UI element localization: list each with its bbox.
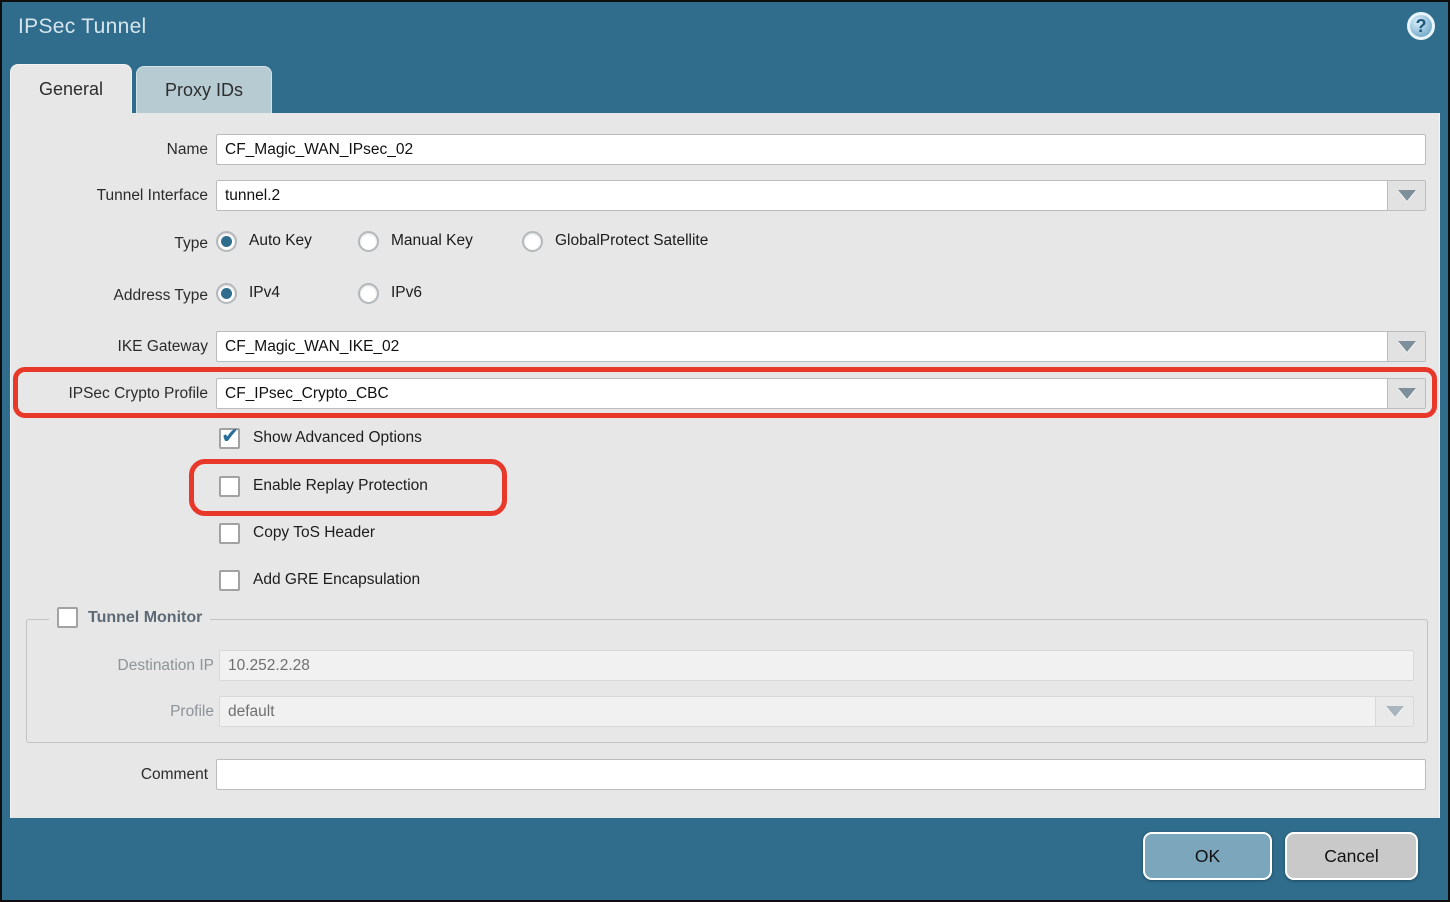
radio-label: Auto Key bbox=[249, 232, 312, 250]
checkbox-show-advanced-options[interactable]: Show Advanced Options bbox=[219, 425, 422, 451]
comment-label: Comment bbox=[11, 759, 208, 790]
checkbox-checked-icon bbox=[219, 428, 240, 449]
checkbox-copy-tos-header[interactable]: Copy ToS Header bbox=[219, 520, 375, 546]
tab-proxy-ids[interactable]: Proxy IDs bbox=[136, 66, 272, 113]
type-label: Type bbox=[11, 228, 208, 259]
profile-select: default bbox=[219, 696, 1414, 727]
destination-ip-input: 10.252.2.28 bbox=[219, 650, 1414, 681]
tunnel-interface-value: tunnel.2 bbox=[225, 187, 280, 204]
radio-ipv4[interactable]: IPv4 bbox=[216, 280, 280, 306]
radio-manual-key[interactable]: Manual Key bbox=[358, 228, 473, 254]
radio-button-icon bbox=[522, 231, 543, 252]
chevron-down-icon bbox=[1398, 190, 1416, 201]
ipsec-crypto-profile-label: IPSec Crypto Profile bbox=[11, 378, 208, 409]
address-type-label: Address Type bbox=[11, 280, 208, 311]
chevron-down-icon bbox=[1398, 341, 1416, 352]
radio-button-icon bbox=[216, 231, 237, 252]
checkbox-unchecked-icon bbox=[219, 476, 240, 497]
checkbox-label: Show Advanced Options bbox=[253, 429, 422, 447]
profile-value: default bbox=[228, 703, 275, 720]
radio-ipv6[interactable]: IPv6 bbox=[358, 280, 422, 306]
tunnel-monitor-label: Tunnel Monitor bbox=[88, 609, 202, 627]
radio-label: IPv4 bbox=[249, 284, 280, 302]
ipsec-tunnel-dialog: IPSec Tunnel ? General Proxy IDs Name Tu… bbox=[0, 0, 1450, 902]
name-label: Name bbox=[11, 134, 208, 165]
radio-label: Manual Key bbox=[391, 232, 473, 250]
cancel-button[interactable]: Cancel bbox=[1285, 832, 1418, 880]
chevron-down-icon bbox=[1386, 706, 1404, 717]
tunnel-interface-label: Tunnel Interface bbox=[11, 180, 208, 211]
dialog-title: IPSec Tunnel bbox=[18, 15, 147, 39]
checkbox-unchecked-icon bbox=[219, 570, 240, 591]
comment-input[interactable] bbox=[216, 759, 1426, 790]
radio-button-icon bbox=[358, 231, 379, 252]
checkbox-label: Add GRE Encapsulation bbox=[253, 571, 420, 589]
radio-label: GlobalProtect Satellite bbox=[555, 232, 708, 250]
ike-gateway-label: IKE Gateway bbox=[11, 331, 208, 362]
tunnel-monitor-group: Tunnel Monitor Destination IP 10.252.2.2… bbox=[26, 619, 1428, 743]
ipsec-crypto-profile-value: CF_IPsec_Crypto_CBC bbox=[225, 385, 389, 402]
destination-ip-value: 10.252.2.28 bbox=[228, 657, 310, 674]
checkbox-add-gre-encapsulation[interactable]: Add GRE Encapsulation bbox=[219, 567, 420, 593]
checkbox-label: Enable Replay Protection bbox=[253, 477, 428, 495]
ipsec-crypto-profile-dropdown-button[interactable] bbox=[1387, 379, 1425, 408]
checkbox-unchecked-icon bbox=[219, 523, 240, 544]
tunnel-interface-dropdown-button[interactable] bbox=[1387, 181, 1425, 210]
radio-auto-key[interactable]: Auto Key bbox=[216, 228, 312, 254]
ok-button[interactable]: OK bbox=[1143, 832, 1272, 880]
ike-gateway-value: CF_Magic_WAN_IKE_02 bbox=[225, 338, 399, 355]
checkbox-unchecked-icon bbox=[57, 607, 78, 628]
help-icon[interactable]: ? bbox=[1407, 12, 1435, 40]
ipsec-crypto-profile-select[interactable]: CF_IPsec_Crypto_CBC bbox=[216, 378, 1426, 409]
tunnel-interface-select[interactable]: tunnel.2 bbox=[216, 180, 1426, 211]
ike-gateway-dropdown-button[interactable] bbox=[1387, 332, 1425, 361]
profile-dropdown-button bbox=[1375, 697, 1413, 726]
profile-label: Profile bbox=[17, 696, 214, 727]
radio-button-icon bbox=[216, 283, 237, 304]
general-tab-panel: Name Tunnel Interface tunnel.2 Type Auto… bbox=[10, 113, 1440, 818]
radio-globalprotect-satellite[interactable]: GlobalProtect Satellite bbox=[522, 228, 708, 254]
radio-label: IPv6 bbox=[391, 284, 422, 302]
ike-gateway-select[interactable]: CF_Magic_WAN_IKE_02 bbox=[216, 331, 1426, 362]
tab-bar: General Proxy IDs bbox=[10, 64, 272, 113]
radio-button-icon bbox=[358, 283, 379, 304]
name-input[interactable] bbox=[216, 134, 1426, 165]
checkbox-enable-replay-protection[interactable]: Enable Replay Protection bbox=[219, 473, 428, 499]
tab-general[interactable]: General bbox=[10, 64, 132, 113]
chevron-down-icon bbox=[1398, 388, 1416, 399]
checkbox-tunnel-monitor[interactable]: Tunnel Monitor bbox=[49, 607, 210, 628]
checkbox-label: Copy ToS Header bbox=[253, 524, 375, 542]
destination-ip-label: Destination IP bbox=[17, 650, 214, 681]
